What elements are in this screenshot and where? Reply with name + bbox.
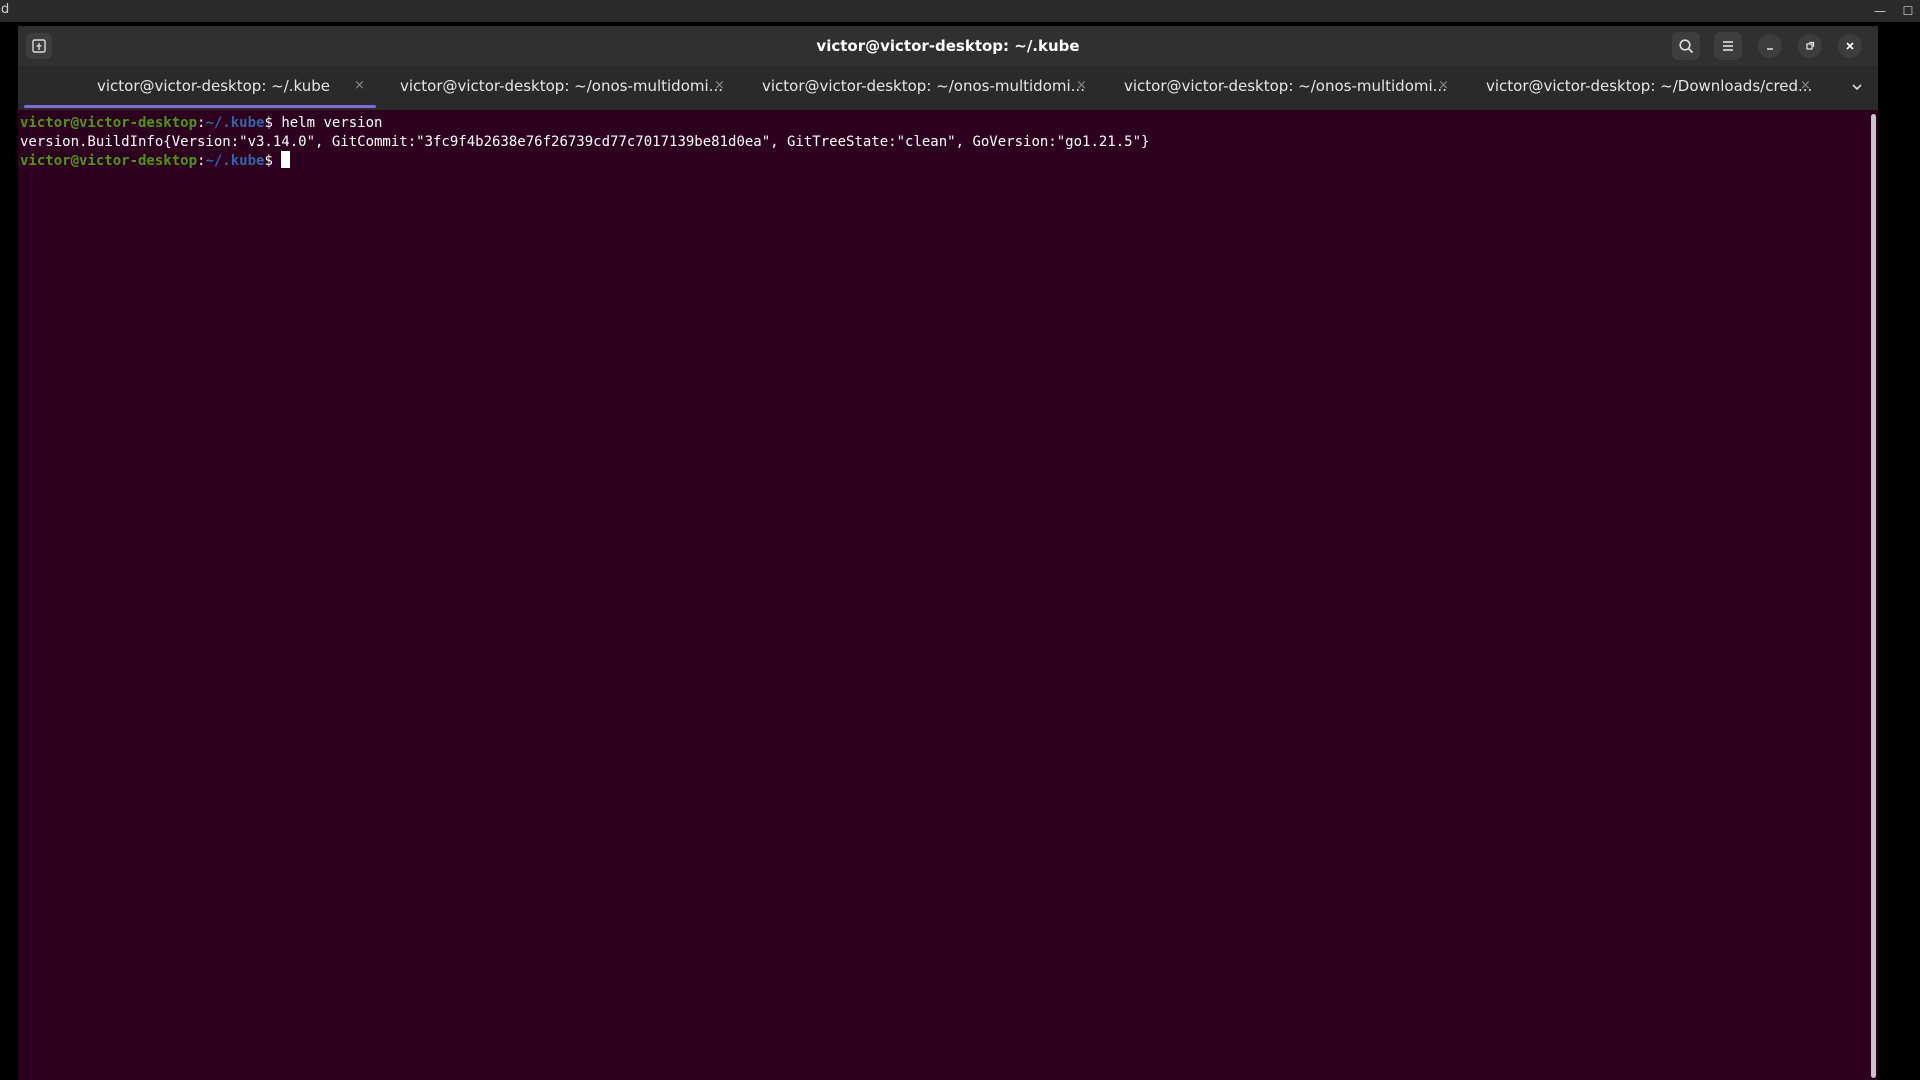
active-tab-indicator xyxy=(24,105,376,108)
text-cursor xyxy=(281,151,291,168)
close-button[interactable] xyxy=(1838,34,1862,58)
command-text: helm version xyxy=(281,115,383,131)
tab-bar: victor@victor-desktop: ~/.kube × victor@… xyxy=(18,66,1878,110)
terminal-line-prompt: victor@victor-desktop:~/.kube$ xyxy=(20,151,1878,171)
tab-label: victor@victor-desktop: ~/onos-multidomi.… xyxy=(400,77,723,95)
restore-icon xyxy=(1806,41,1815,50)
tab-close-button[interactable]: × xyxy=(354,66,365,110)
host-minimize-button[interactable]: — xyxy=(1870,1,1890,21)
chevron-down-icon xyxy=(1852,84,1862,91)
prompt-path: ~/.kube xyxy=(205,153,265,169)
window-title: victor@victor-desktop: ~/.kube xyxy=(816,37,1080,55)
host-bar-glyph: d xyxy=(1,2,10,17)
restore-button[interactable] xyxy=(1798,34,1822,58)
tab-close-button[interactable]: × xyxy=(1438,66,1449,110)
new-tab-icon xyxy=(32,39,46,53)
prompt-dollar: $ xyxy=(264,153,282,169)
terminal-window: victor@victor-desktop: ~/.kube victor@vi… xyxy=(18,26,1878,1080)
prompt-dollar: $ xyxy=(264,115,282,131)
search-icon xyxy=(1679,39,1693,53)
header-bar: victor@victor-desktop: ~/.kube xyxy=(18,26,1878,66)
hamburger-menu-icon xyxy=(1723,41,1733,51)
tab-close-button[interactable]: × xyxy=(1800,66,1811,110)
terminal-line-output: version.BuildInfo{Version:"v3.14.0", Git… xyxy=(20,133,1150,150)
prompt-path: ~/.kube xyxy=(205,115,265,131)
tab-onos-multidomain-1[interactable]: victor@victor-desktop: ~/onos-multidomi.… xyxy=(380,66,742,110)
tab-downloads-cred[interactable]: victor@victor-desktop: ~/Downloads/cred.… xyxy=(1466,66,1828,110)
tab-onos-multidomain-2[interactable]: victor@victor-desktop: ~/onos-multidomi.… xyxy=(742,66,1104,110)
tab-onos-multidomain-3[interactable]: victor@victor-desktop: ~/onos-multidomi.… xyxy=(1104,66,1466,110)
terminal-output[interactable]: victor@victor-desktop:~/.kube$ helm vers… xyxy=(18,110,1878,1080)
tab-label: victor@victor-desktop: ~/Downloads/cred.… xyxy=(1486,77,1813,95)
menu-button[interactable] xyxy=(1714,32,1742,60)
minimize-icon xyxy=(1767,48,1773,50)
tab-label: victor@victor-desktop: ~/.kube xyxy=(97,77,331,95)
minimize-button[interactable] xyxy=(1758,34,1782,58)
host-maximize-button[interactable]: ☐ xyxy=(1898,1,1918,21)
prompt-user: victor@victor-desktop xyxy=(20,153,198,169)
prompt-user: victor@victor-desktop xyxy=(20,115,198,131)
new-tab-button[interactable] xyxy=(26,33,52,59)
host-top-bar: d — ☐ xyxy=(0,0,1920,22)
terminal-line-command: victor@victor-desktop:~/.kube$ helm vers… xyxy=(20,114,1878,133)
tab-close-button[interactable]: × xyxy=(714,66,725,110)
terminal-scrollbar[interactable] xyxy=(1871,114,1876,1078)
search-button[interactable] xyxy=(1672,32,1700,60)
tab-label: victor@victor-desktop: ~/onos-multidomi.… xyxy=(1124,77,1447,95)
tab-close-button[interactable]: × xyxy=(1076,66,1087,110)
tab-label: victor@victor-desktop: ~/onos-multidomi.… xyxy=(762,77,1085,95)
tabs-dropdown-button[interactable] xyxy=(1846,76,1868,98)
close-icon xyxy=(1846,42,1854,50)
tab-kube[interactable]: victor@victor-desktop: ~/.kube × xyxy=(18,66,380,110)
